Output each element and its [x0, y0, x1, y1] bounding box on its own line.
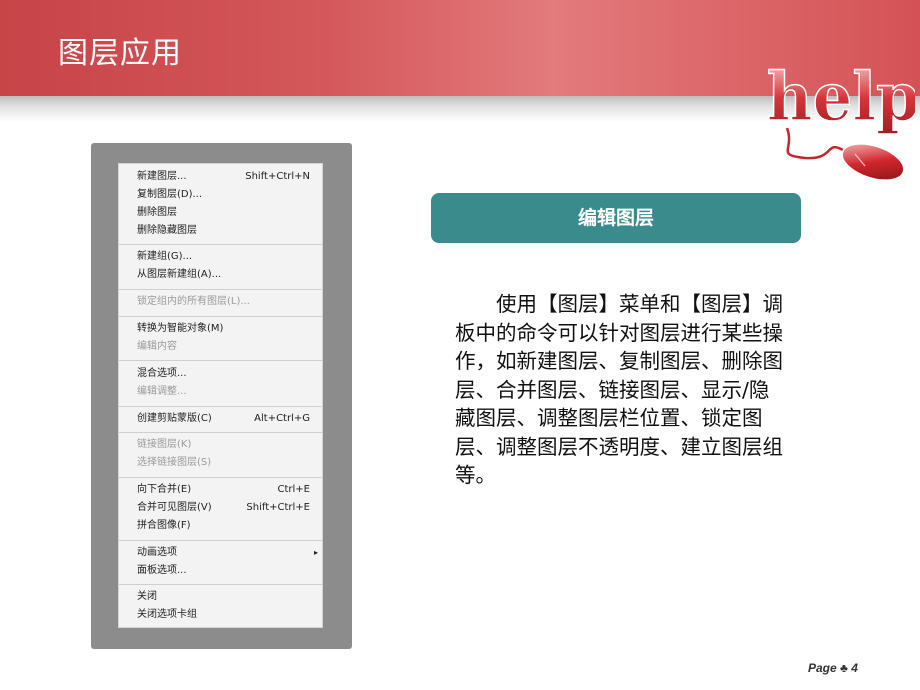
menu-item-label: 合并可见图层(V): [137, 502, 212, 513]
menu-item[interactable]: 从图层新建组(A)...: [119, 266, 322, 284]
menu-item-label: 关闭选项卡组: [137, 609, 197, 620]
menu-item: 编辑调整...: [119, 383, 322, 401]
menu-item[interactable]: 新建图层... Shift+Ctrl+N: [119, 168, 322, 186]
submenu-arrow-icon: ▸: [313, 548, 318, 557]
menu-item[interactable]: 删除图层: [119, 204, 322, 222]
menu-item[interactable]: 向下合并(E) Ctrl+E: [119, 481, 322, 499]
menu-separator: [119, 289, 322, 290]
menu-separator: [119, 316, 322, 317]
menu-separator: [119, 584, 322, 585]
menu-item-label: 转换为智能对象(M): [137, 323, 224, 334]
menu-separator: [119, 432, 322, 433]
page-number: Page ♣ 4: [808, 661, 858, 675]
menu-item: 选择链接图层(S): [119, 454, 322, 472]
menu-item[interactable]: 动画选项 ▸: [119, 544, 322, 562]
menu-item-shortcut: Ctrl+E: [277, 484, 311, 495]
menu-item-label: 面板选项...: [137, 565, 187, 576]
menu-item-label: 链接图层(K): [137, 439, 192, 450]
page-label: Page: [808, 661, 837, 675]
menu-item[interactable]: 混合选项...: [119, 365, 322, 383]
menu-item-label: 选择链接图层(S): [137, 457, 212, 468]
menu-item[interactable]: 关闭选项卡组: [119, 606, 322, 624]
menu-item-label: 删除隐藏图层: [137, 225, 197, 236]
logo-text: help: [767, 60, 915, 137]
menu-item[interactable]: 合并可见图层(V) Shift+Ctrl+E: [119, 499, 322, 517]
menu-item-label: 向下合并(E): [137, 484, 192, 495]
menu-item-label: 编辑内容: [137, 341, 177, 352]
club-icon: ♣: [840, 661, 848, 675]
menu-item[interactable]: 复制图层(D)...: [119, 186, 322, 204]
menu-item[interactable]: 面板选项...: [119, 562, 322, 580]
menu-item-label: 删除图层: [137, 207, 177, 218]
menu-item[interactable]: 创建剪贴蒙版(C) Alt+Ctrl+G: [119, 410, 322, 428]
menu-separator: [119, 406, 322, 407]
menu-item-label: 新建组(G)...: [137, 251, 193, 262]
menu-item: 编辑内容: [119, 338, 322, 356]
menu-item[interactable]: 删除隐藏图层: [119, 222, 322, 240]
layers-panel-menu: 新建图层... Shift+Ctrl+N 复制图层(D)... 删除图层 删除隐藏图层新…: [118, 163, 323, 628]
menu-item-label: 锁定组内的所有图层(L)...: [137, 296, 250, 307]
menu-item-label: 从图层新建组(A)...: [137, 269, 222, 280]
menu-item-shortcut: Shift+Ctrl+N: [245, 171, 310, 182]
slide-title: 图层应用: [58, 36, 182, 71]
help-mouse-logo-icon: help: [766, 59, 915, 181]
menu-item: 链接图层(K): [119, 436, 322, 454]
menu-item-label: 拼合图像(F): [137, 520, 191, 531]
menu-separator: [119, 540, 322, 541]
menu-item-shortcut: Shift+Ctrl+E: [246, 502, 310, 513]
menu-item-label: 创建剪贴蒙版(C): [137, 413, 212, 424]
menu-item[interactable]: 转换为智能对象(M): [119, 320, 322, 338]
menu-separator: [119, 477, 322, 478]
menu-item[interactable]: 新建组(G)...: [119, 248, 322, 266]
menu-item-label: 混合选项...: [137, 368, 187, 379]
menu-separator: [119, 244, 322, 245]
menu-item-shortcut: Alt+Ctrl+G: [254, 413, 310, 424]
menu-item-label: 关闭: [137, 591, 157, 602]
body-paragraph: 使用【图层】菜单和【图层】调板中的命令可以针对图层进行某些操作，如新建图层、复制…: [455, 292, 783, 487]
menu-item-label: 复制图层(D)...: [137, 189, 203, 200]
menu-item-label: 新建图层...: [137, 171, 187, 182]
menu-item[interactable]: 关闭: [119, 588, 322, 606]
section-heading: 编辑图层: [431, 193, 801, 243]
menu-item: 锁定组内的所有图层(L)...: [119, 293, 322, 311]
menu-item-label: 动画选项: [137, 547, 177, 558]
menu-separator: [119, 360, 322, 361]
menu-item[interactable]: 拼合图像(F): [119, 517, 322, 535]
page-number-value: 4: [851, 661, 858, 675]
menu-item-label: 编辑调整...: [137, 386, 187, 397]
